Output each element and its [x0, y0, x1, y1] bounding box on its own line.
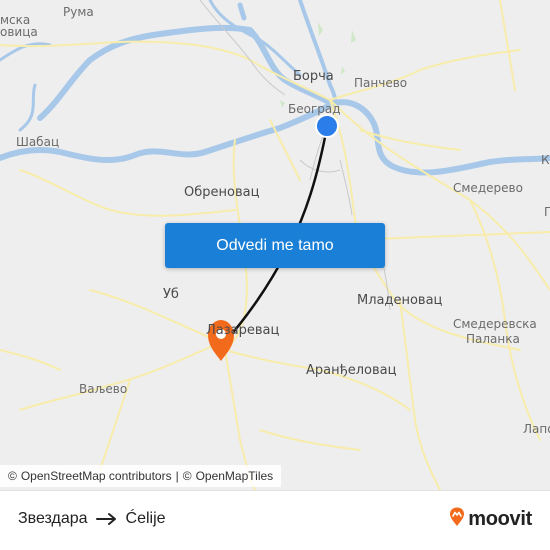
openmaptiles-attribution-link[interactable]: OpenMapTiles	[196, 469, 274, 483]
map-attribution: © OpenStreetMap contributors | © OpenMap…	[0, 465, 282, 487]
place-label-borca: Борча	[293, 69, 334, 84]
place-label-ub: Уб	[163, 287, 179, 302]
map-view[interactable]: Рума мска овица Борча Панчево Београд Ша…	[0, 0, 550, 490]
place-label-ruma: Рума	[63, 5, 94, 19]
place-label-edge-k: К	[541, 153, 550, 167]
place-label-smederevo: Смедерево	[453, 181, 523, 195]
place-label-obrenovac: Обреновац	[184, 185, 260, 200]
place-label-beograd: Београд	[288, 102, 341, 116]
navigate-button[interactable]: Odvedi me tamo	[165, 223, 385, 268]
place-label-mladenovac: Младеновац	[357, 293, 443, 308]
route-summary: Звездара Ćelije	[18, 510, 166, 528]
place-label-palanka: Паланка	[466, 332, 520, 346]
lake-1	[237, 2, 247, 21]
moovit-logo[interactable]: moovit	[449, 507, 532, 531]
place-label-arandjelovac: Аранђеловац	[306, 363, 397, 378]
route-destination: Ćelije	[125, 510, 166, 527]
place-label-pancevo: Панчево	[354, 76, 408, 90]
river-west	[18, 83, 37, 132]
place-label-edge-lap: Лапо	[523, 422, 550, 436]
moovit-wordmark: moovit	[468, 507, 532, 530]
moovit-pin-icon	[449, 507, 465, 531]
place-label-smederevska: Смедеревска	[453, 317, 537, 331]
route-footer: Звездара Ćelije moovit	[0, 490, 550, 550]
place-label-sabac: Шабац	[16, 135, 60, 149]
place-label-lazarevac: Лазаревац	[206, 323, 280, 338]
copyright-symbol: ©	[8, 469, 17, 483]
osm-attribution-link[interactable]: OpenStreetMap contributors	[21, 469, 172, 483]
river-danube	[329, 99, 550, 176]
arrow-right-icon	[95, 512, 118, 526]
place-label-valjevo: Ваљево	[79, 382, 128, 396]
origin-marker	[315, 114, 339, 138]
attribution-separator: |	[175, 469, 179, 483]
place-label-edge-p: П	[544, 205, 550, 219]
route-origin: Звездара	[18, 510, 88, 527]
place-label-ovica: овица	[0, 25, 38, 39]
copyright-symbol: ©	[182, 469, 192, 483]
